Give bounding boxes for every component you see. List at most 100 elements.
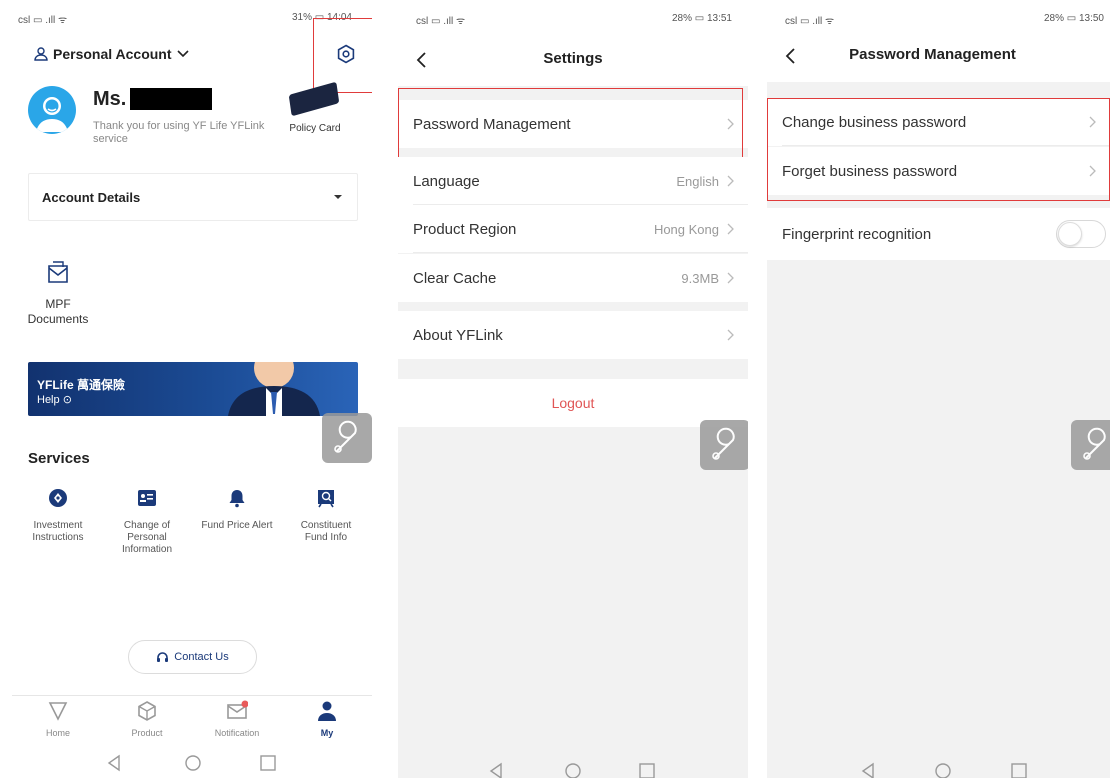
tab-notification[interactable]: Notification bbox=[202, 700, 272, 738]
service-investment-instructions[interactable]: Investment Instructions bbox=[22, 488, 94, 544]
nav-recents-icon[interactable] bbox=[259, 754, 277, 772]
service-fund-price-alert[interactable]: Fund Price Alert bbox=[201, 488, 273, 532]
banner-help-label: Help bbox=[37, 394, 60, 406]
avatar bbox=[28, 86, 76, 134]
agent-illustration bbox=[228, 362, 320, 416]
caret-down-icon bbox=[334, 195, 342, 199]
redacted-name-bar bbox=[130, 88, 212, 110]
floating-tool-button[interactable] bbox=[322, 413, 372, 463]
home-icon bbox=[48, 702, 68, 721]
settings-row-language[interactable]: Language English bbox=[398, 157, 748, 205]
settings-row-clear-cache[interactable]: Clear Cache 9.3MB bbox=[398, 254, 748, 302]
mpf-documents-button[interactable]: MPF Documents bbox=[20, 260, 96, 327]
contact-us-label: Contact Us bbox=[174, 651, 229, 663]
service-label: Change of Personal Information bbox=[121, 520, 173, 555]
row-value: 9.3MB bbox=[681, 270, 719, 286]
nav-back-icon[interactable] bbox=[106, 754, 124, 772]
settings-highlight-box bbox=[313, 18, 372, 93]
headset-icon bbox=[157, 651, 169, 662]
tab-label: My bbox=[320, 728, 334, 738]
account-details-label: Account Details bbox=[42, 189, 141, 205]
nav-home-icon[interactable] bbox=[564, 762, 582, 778]
service-label: Constituent Fund Info bbox=[300, 520, 352, 543]
row-label: Clear Cache bbox=[413, 269, 497, 287]
product-icon bbox=[138, 701, 156, 721]
mpf-documents-label: MPF Documents bbox=[27, 297, 89, 326]
password-options-highlight-box bbox=[767, 98, 1110, 201]
page-title: Password Management bbox=[849, 46, 1016, 63]
page-title: Settings bbox=[543, 50, 603, 67]
avatar-person-icon bbox=[36, 97, 68, 132]
service-change-personal-info[interactable]: Change of Personal Information bbox=[111, 488, 183, 556]
mail-document-icon bbox=[48, 261, 68, 283]
account-details-dropdown[interactable]: Account Details bbox=[28, 173, 358, 221]
logout-button[interactable]: Logout bbox=[398, 379, 748, 427]
tab-my[interactable]: My bbox=[292, 700, 362, 738]
settings-screen: csl ▭ .ıll ᯤ 28% ▭ 13:51 Settings Passwo… bbox=[398, 0, 748, 778]
welcome-message: Thank you for using YF Life YFLink servi… bbox=[93, 120, 265, 145]
notification-icon bbox=[227, 700, 248, 719]
tab-label: Product bbox=[131, 728, 163, 738]
banner-help-link[interactable]: Help ⊙ bbox=[37, 393, 72, 406]
wrench-icon bbox=[712, 427, 735, 460]
policy-card-image bbox=[288, 81, 340, 117]
help-banner[interactable]: YFLife 萬通保險 Help ⊙ bbox=[28, 362, 358, 416]
chevron-right-icon bbox=[727, 223, 734, 235]
nav-recents-icon[interactable] bbox=[638, 762, 656, 778]
tab-product[interactable]: Product bbox=[112, 700, 182, 738]
settings-row-product-region[interactable]: Product Region Hong Kong bbox=[398, 205, 748, 253]
password-top-bar: Password Management bbox=[767, 32, 1110, 82]
nav-recents-icon[interactable] bbox=[1010, 762, 1028, 778]
tab-label: Notification bbox=[214, 728, 260, 738]
system-nav-bar bbox=[398, 756, 748, 778]
wrench-icon bbox=[1083, 427, 1106, 460]
account-switcher-label: Personal Account bbox=[53, 46, 172, 62]
status-carrier: csl ▭ .ıll ᯤ bbox=[18, 15, 68, 26]
chevron-right-icon bbox=[727, 272, 734, 284]
nav-home-icon[interactable] bbox=[934, 762, 952, 778]
tab-home[interactable]: Home bbox=[23, 700, 93, 738]
chevron-down-icon bbox=[176, 50, 189, 58]
chevron-right-icon bbox=[727, 175, 734, 187]
service-label: Fund Price Alert bbox=[201, 520, 273, 531]
investment-icon bbox=[49, 489, 67, 507]
service-label: Investment Instructions bbox=[32, 520, 84, 543]
password-management-screen: csl ▭ .ıll ᯤ 28% ▭ 13:50 Password Manage… bbox=[767, 0, 1110, 778]
row-label: Fingerprint recognition bbox=[782, 225, 932, 243]
nav-home-icon[interactable] bbox=[184, 754, 202, 772]
policy-card-label: Policy Card bbox=[289, 123, 341, 134]
tab-label: Home bbox=[45, 728, 70, 738]
personal-info-icon bbox=[138, 490, 156, 506]
tab-bar-divider bbox=[12, 695, 372, 696]
status-carrier: csl ▭ .ıll ᯤ bbox=[785, 16, 835, 27]
user-name: Ms. bbox=[93, 88, 127, 110]
user-icon bbox=[318, 701, 336, 721]
nav-back-icon[interactable] bbox=[488, 762, 506, 778]
system-nav-bar bbox=[0, 748, 372, 778]
floating-tool-button[interactable] bbox=[1071, 420, 1110, 470]
bell-icon bbox=[229, 490, 245, 508]
floating-tool-button[interactable] bbox=[700, 420, 748, 470]
row-label: Language bbox=[413, 172, 480, 190]
chevron-right-icon bbox=[727, 329, 734, 341]
fingerprint-toggle[interactable] bbox=[1056, 220, 1106, 248]
fingerprint-row: Fingerprint recognition bbox=[767, 208, 1110, 260]
status-bar: csl ▭ .ıll ᯤ 28% ▭ 13:50 bbox=[767, 0, 1110, 36]
account-switcher[interactable]: Personal Account bbox=[33, 46, 190, 62]
status-carrier: csl ▭ .ıll ᯤ bbox=[416, 16, 466, 27]
row-label: About YFLink bbox=[413, 326, 503, 344]
status-battery-time: 28% ▭ 13:50 bbox=[1043, 13, 1104, 24]
service-constituent-fund-info[interactable]: Constituent Fund Info bbox=[290, 488, 362, 544]
contact-us-button[interactable]: Contact Us bbox=[128, 640, 257, 674]
status-bar: csl ▭ .ıll ᯤ 28% ▭ 13:51 bbox=[398, 0, 748, 36]
banner-brand: YFLife 萬通保險 bbox=[37, 378, 126, 392]
toggle-knob bbox=[1058, 222, 1082, 246]
user-outline-icon bbox=[34, 47, 48, 61]
nav-back-icon[interactable] bbox=[860, 762, 878, 778]
my-screen: csl ▭ .ıll ᯤ 31% ▭ 14:04 Personal Accoun… bbox=[0, 0, 372, 778]
row-label: Product Region bbox=[413, 220, 517, 238]
settings-top-bar: Settings bbox=[398, 36, 748, 86]
policy-card-button[interactable]: Policy Card bbox=[284, 81, 346, 148]
services-title: Services bbox=[28, 450, 90, 467]
settings-row-about[interactable]: About YFLink bbox=[398, 311, 748, 359]
